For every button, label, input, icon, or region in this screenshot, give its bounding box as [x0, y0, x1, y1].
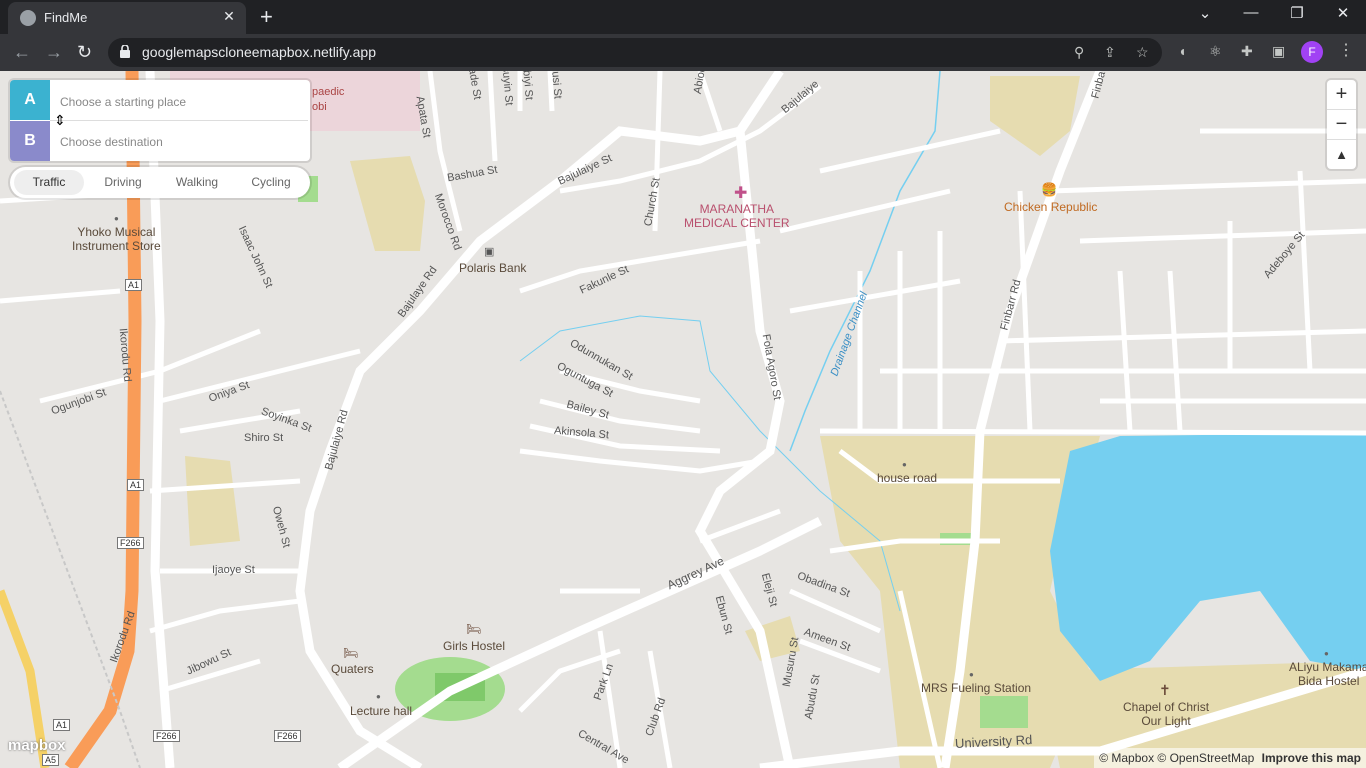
church-icon[interactable]: ✝ — [1159, 682, 1171, 699]
profile-switcher: Traffic Driving Walking Cycling — [10, 167, 310, 198]
globe-icon — [20, 10, 36, 26]
origin-marker: A — [10, 80, 50, 120]
poi-polaris-bank[interactable]: Polaris Bank — [459, 261, 526, 275]
window-close-button[interactable]: ✕ — [1320, 4, 1366, 22]
restaurant-icon[interactable]: 🍔 — [1041, 182, 1057, 198]
place-dot-icon: ● — [969, 670, 974, 679]
reverse-icon[interactable]: ⇕ — [54, 112, 66, 129]
place-dot-icon: ● — [376, 692, 381, 701]
zoom-out-button[interactable]: − — [1327, 110, 1356, 140]
extension-icon[interactable]: ◖ — [1178, 43, 1186, 59]
improve-map-link[interactable]: Improve this map — [1262, 751, 1361, 765]
lagoon-water — [1050, 433, 1366, 681]
profile-cycling[interactable]: Cycling — [236, 170, 306, 195]
tab-search-icon[interactable]: ⌄ — [1182, 4, 1228, 22]
browser-menu-icon[interactable]: ⋮ — [1338, 40, 1354, 60]
mapbox-logo[interactable]: mapbox — [8, 737, 66, 754]
forward-button[interactable]: → — [45, 42, 63, 63]
divider — [50, 120, 308, 121]
road-shield: A5 — [42, 754, 60, 766]
share-icon[interactable]: ⇪ — [1104, 44, 1116, 61]
attribution-text[interactable]: © Mapbox © OpenStreetMap — [1099, 751, 1254, 765]
bookmark-star-icon[interactable]: ☆ — [1136, 44, 1149, 61]
rail-line — [0, 390, 141, 768]
lock-icon[interactable] — [120, 45, 130, 58]
hospital-icon[interactable]: ✚ — [734, 183, 747, 203]
close-tab-icon[interactable]: ✕ — [220, 8, 238, 25]
sand-area — [350, 156, 425, 251]
profile-avatar[interactable]: F — [1301, 41, 1323, 63]
restore-button[interactable]: ❐ — [1274, 4, 1320, 22]
poi-chapel[interactable]: Chapel of Christ Our Light — [1123, 700, 1209, 728]
compass-button[interactable]: ▲ — [1327, 140, 1356, 169]
browser-tab[interactable]: FindMe ✕ — [8, 2, 246, 34]
profile-walking[interactable]: Walking — [162, 170, 232, 195]
road-shield: A1 — [125, 279, 143, 291]
park — [980, 696, 1028, 728]
shop-dot-icon: ● — [114, 214, 119, 223]
poi-label: obi — [312, 101, 327, 113]
map-attribution: © Mapbox © OpenStreetMap Improve this ma… — [1094, 748, 1366, 768]
browser-toolbar: ← → ↻ googlemapscloneemapbox.netlify.app… — [0, 34, 1366, 71]
url-text: googlemapscloneemapbox.netlify.app — [142, 44, 377, 60]
poi-maranatha[interactable]: MARANATHA MEDICAL CENTER — [684, 202, 790, 230]
street-label: anusi St — [548, 71, 564, 100]
reload-button[interactable]: ↻ — [77, 42, 92, 63]
sand-area — [185, 456, 240, 546]
back-button[interactable]: ← — [13, 42, 31, 63]
new-tab-button[interactable]: + — [260, 4, 273, 30]
poi-yhoko[interactable]: Yhoko Musical Instrument Store — [72, 225, 161, 253]
road-shield: F266 — [274, 730, 301, 742]
poi-chicken-republic[interactable]: Chicken Republic — [1004, 200, 1097, 214]
zoom-in-button[interactable]: + — [1327, 80, 1356, 110]
street-label: debiyi St — [519, 71, 535, 101]
destination-marker: B — [10, 121, 50, 161]
road-shield: A1 — [53, 719, 71, 731]
street-label: Ijaoye St — [212, 564, 255, 576]
poi-label: paedic — [312, 86, 345, 98]
place-dot-icon: ● — [902, 460, 907, 469]
place-dot-icon: ● — [1324, 649, 1329, 658]
side-panel-icon[interactable]: ▣ — [1272, 43, 1285, 60]
poi-mrs-fueling[interactable]: MRS Fueling Station — [921, 681, 1031, 695]
poi-house-road[interactable]: house road — [877, 471, 937, 485]
hostel-icon[interactable]: 🛏 — [343, 646, 358, 660]
directions-panel: A ⇕ B — [10, 80, 310, 161]
drainage-channel — [789, 71, 941, 452]
road-shield: F266 — [117, 537, 144, 549]
street-label: Shiro St — [244, 432, 284, 444]
poi-aliyu-makama[interactable]: ALiyu Makama Bida Hostel — [1289, 660, 1366, 688]
road-shield: A1 — [127, 479, 145, 491]
bank-icon[interactable]: ▣ — [484, 245, 494, 258]
poi-girls-hostel[interactable]: Girls Hostel — [443, 639, 505, 653]
minimize-button[interactable]: — — [1228, 4, 1274, 21]
address-bar[interactable]: googlemapscloneemapbox.netlify.app ⚲ ⇪ ☆ — [108, 38, 1162, 67]
poi-quaters[interactable]: Quaters — [331, 662, 374, 676]
profile-traffic[interactable]: Traffic — [14, 170, 84, 195]
hostel-icon[interactable]: 🛏 — [466, 622, 481, 636]
tab-strip: FindMe ✕ + ⌄ — ❐ ✕ — [0, 0, 1366, 34]
tab-title: FindMe — [44, 10, 88, 25]
poi-lecture-hall[interactable]: Lecture hall — [350, 704, 412, 718]
navigation-control: + − ▲ — [1327, 80, 1356, 169]
react-devtools-icon[interactable]: ⚛ — [1209, 43, 1222, 60]
location-icon[interactable]: ⚲ — [1074, 44, 1084, 61]
road-shield: F266 — [153, 730, 180, 742]
extensions-puzzle-icon[interactable]: ✚ — [1241, 43, 1253, 60]
destination-input[interactable] — [58, 130, 310, 154]
profile-driving[interactable]: Driving — [88, 170, 158, 195]
origin-input[interactable] — [58, 90, 310, 114]
